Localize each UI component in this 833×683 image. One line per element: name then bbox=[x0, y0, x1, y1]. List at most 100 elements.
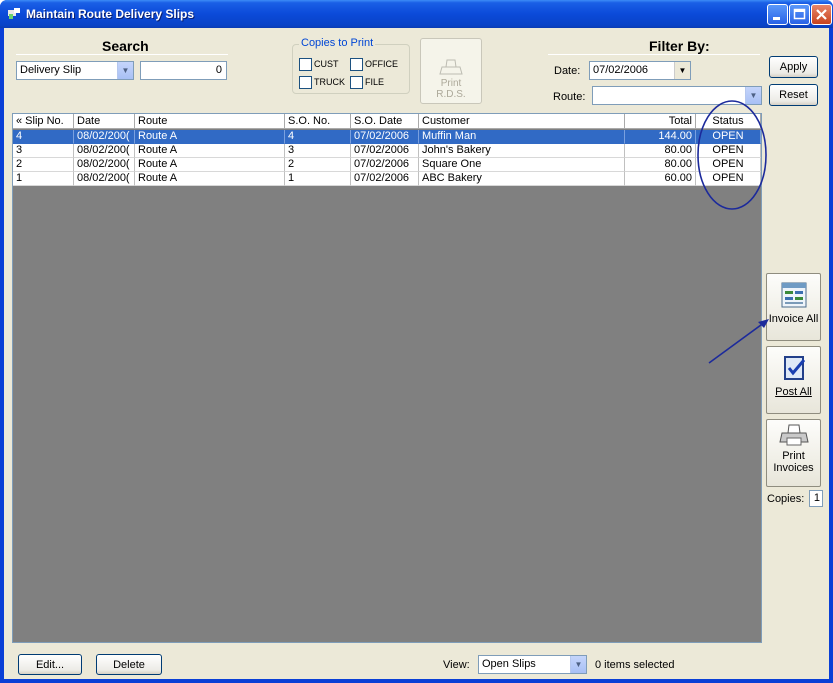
close-button[interactable] bbox=[811, 4, 832, 25]
cell-date: 08/02/200( bbox=[74, 172, 135, 186]
col-status[interactable]: Status bbox=[696, 114, 761, 129]
cell-date: 08/02/200( bbox=[74, 144, 135, 158]
route-select[interactable]: ▼ bbox=[592, 86, 762, 105]
cell-total: 80.00 bbox=[625, 144, 696, 158]
print-rds-line1: Print bbox=[440, 78, 462, 89]
date-select[interactable]: 07/02/2006 ▼ bbox=[589, 61, 691, 80]
close-icon bbox=[816, 9, 827, 20]
cell-so-date: 07/02/2006 bbox=[351, 158, 419, 172]
cell-so-no: 1 bbox=[285, 172, 351, 186]
col-date[interactable]: Date bbox=[74, 114, 135, 129]
view-value: Open Slips bbox=[482, 658, 536, 670]
minimize-icon bbox=[773, 17, 780, 20]
print-rds-line2: R.D.S. bbox=[436, 89, 466, 100]
post-all-button[interactable]: Post All bbox=[766, 346, 821, 414]
post-icon bbox=[783, 356, 805, 380]
view-select[interactable]: Open Slips ▼ bbox=[478, 655, 587, 674]
col-route[interactable]: Route bbox=[135, 114, 285, 129]
route-label: Route: bbox=[553, 91, 586, 103]
cell-route: Route A bbox=[135, 130, 285, 144]
truck-label: TRUCK bbox=[314, 77, 345, 87]
cell-route: Route A bbox=[135, 144, 285, 158]
cell-so-date: 07/02/2006 bbox=[351, 172, 419, 186]
print-invoices-line1: Print bbox=[782, 450, 805, 462]
file-label: FILE bbox=[365, 77, 385, 87]
client-area: Search Delivery Slip ▼ 0 Copies to Print… bbox=[4, 28, 829, 679]
office-checkbox[interactable] bbox=[350, 58, 363, 71]
office-label: OFFICE bbox=[365, 59, 398, 69]
cell-customer: John's Bakery bbox=[419, 144, 625, 158]
cust-label: CUST bbox=[314, 59, 339, 69]
copies-groupbox: Copies to Print CUST OFFICE TRUCK FILE bbox=[292, 37, 410, 94]
view-label: View: bbox=[443, 659, 470, 671]
cell-slip-no: 2 bbox=[13, 158, 74, 172]
maximize-icon bbox=[793, 8, 806, 20]
cust-checkbox[interactable] bbox=[299, 58, 312, 71]
col-so-no[interactable]: S.O. No. bbox=[285, 114, 351, 129]
cell-status: OPEN bbox=[696, 130, 761, 144]
apply-button[interactable]: Apply bbox=[769, 56, 818, 78]
selection-status: 0 items selected bbox=[595, 659, 675, 671]
print-invoices-line2: Invoices bbox=[773, 462, 814, 474]
search-field-select[interactable]: Delivery Slip ▼ bbox=[16, 61, 134, 80]
cell-total: 60.00 bbox=[625, 172, 696, 186]
cell-so-no: 2 bbox=[285, 158, 351, 172]
cell-total: 80.00 bbox=[625, 158, 696, 172]
filter-divider bbox=[548, 54, 760, 55]
cell-date: 08/02/200( bbox=[74, 158, 135, 172]
search-input[interactable]: 0 bbox=[140, 61, 227, 80]
cell-so-date: 07/02/2006 bbox=[351, 130, 419, 144]
cell-customer: Muffin Man bbox=[419, 130, 625, 144]
minimize-button[interactable] bbox=[767, 4, 788, 25]
chevron-down-icon: ▼ bbox=[570, 656, 586, 673]
cell-slip-no: 4 bbox=[13, 130, 74, 144]
table-header: « Slip No. Date Route S.O. No. S.O. Date… bbox=[13, 114, 761, 129]
table-row[interactable]: 1 08/02/200( Route A 1 07/02/2006 ABC Ba… bbox=[13, 172, 761, 186]
printer-icon bbox=[439, 59, 463, 75]
chevron-down-icon: ▼ bbox=[117, 62, 133, 79]
cell-status: OPEN bbox=[696, 158, 761, 172]
date-label: Date: bbox=[554, 65, 581, 77]
cell-slip-no: 1 bbox=[13, 172, 74, 186]
search-heading: Search bbox=[102, 38, 149, 54]
cell-customer: ABC Bakery bbox=[419, 172, 625, 186]
cell-so-no: 3 bbox=[285, 144, 351, 158]
table-row[interactable]: 4 08/02/200( Route A 4 07/02/2006 Muffin… bbox=[13, 130, 761, 144]
invoice-all-button[interactable]: Invoice All bbox=[766, 273, 821, 341]
copies-input[interactable]: 1 bbox=[809, 490, 823, 507]
cell-so-no: 4 bbox=[285, 130, 351, 144]
copies-legend: Copies to Print bbox=[299, 37, 376, 49]
post-all-label: Post All bbox=[775, 386, 812, 398]
delete-button[interactable]: Delete bbox=[96, 654, 162, 675]
cell-route: Route A bbox=[135, 158, 285, 172]
truck-checkbox[interactable] bbox=[299, 76, 312, 89]
col-total[interactable]: Total bbox=[625, 114, 696, 129]
print-rds-button[interactable]: Print R.D.S. bbox=[420, 38, 482, 104]
dropdown-arrow-icon: ▼ bbox=[674, 62, 690, 79]
col-customer[interactable]: Customer bbox=[419, 114, 625, 129]
table-row[interactable]: 2 08/02/200( Route A 2 07/02/2006 Square… bbox=[13, 158, 761, 172]
date-value: 07/02/2006 bbox=[593, 64, 649, 76]
cell-so-date: 07/02/2006 bbox=[351, 144, 419, 158]
cell-customer: Square One bbox=[419, 158, 625, 172]
chevron-down-icon: ▼ bbox=[745, 87, 761, 104]
cell-slip-no: 3 bbox=[13, 144, 74, 158]
file-checkbox[interactable] bbox=[350, 76, 363, 89]
col-so-date[interactable]: S.O. Date bbox=[351, 114, 419, 129]
app-window: Maintain Route Delivery Slips Search Del… bbox=[0, 0, 833, 683]
search-divider bbox=[16, 54, 228, 55]
printer-icon bbox=[778, 424, 809, 446]
cell-route: Route A bbox=[135, 172, 285, 186]
window-title: Maintain Route Delivery Slips bbox=[26, 7, 195, 21]
cell-date: 08/02/200( bbox=[74, 130, 135, 144]
app-icon bbox=[8, 8, 20, 19]
col-slip-no[interactable]: « Slip No. bbox=[13, 114, 74, 129]
maximize-button[interactable] bbox=[789, 4, 810, 25]
reset-button[interactable]: Reset bbox=[769, 84, 818, 106]
cell-status: OPEN bbox=[696, 144, 761, 158]
cell-status: OPEN bbox=[696, 172, 761, 186]
table-row[interactable]: 3 08/02/200( Route A 3 07/02/2006 John's… bbox=[13, 144, 761, 158]
copies-label: Copies: bbox=[767, 493, 805, 505]
print-invoices-button[interactable]: Print Invoices bbox=[766, 419, 821, 487]
edit-button[interactable]: Edit... bbox=[18, 654, 82, 675]
